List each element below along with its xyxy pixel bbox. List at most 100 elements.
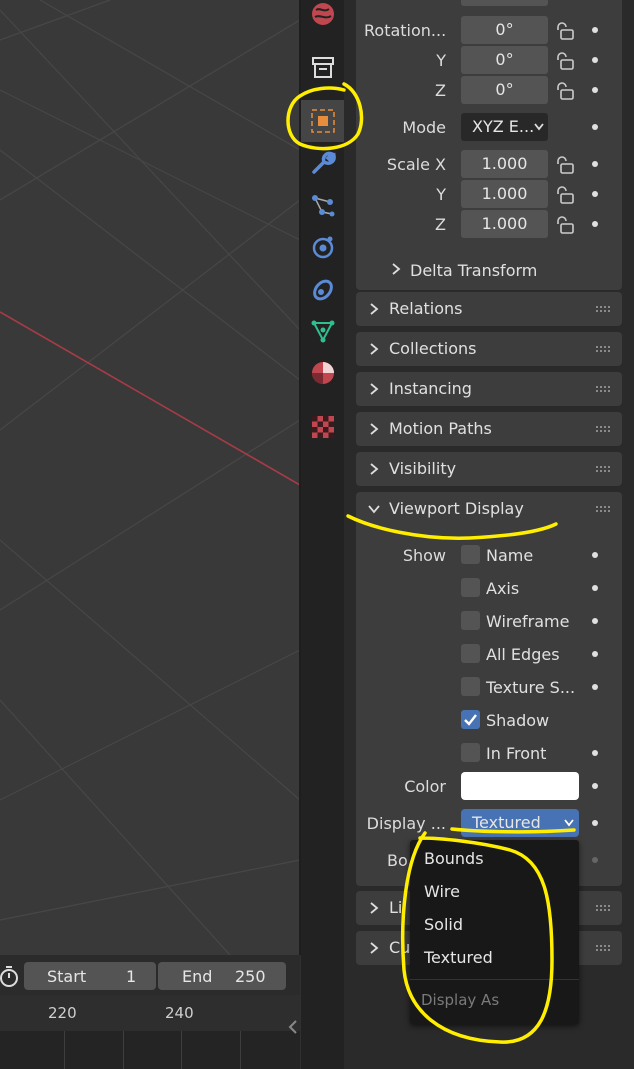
keyframe-dot[interactable] (592, 27, 598, 33)
keyframe-dot[interactable] (592, 857, 598, 863)
panel-visibility[interactable]: Visibility (356, 452, 622, 486)
scale-y-label: Y (436, 185, 446, 204)
chevron-left-icon[interactable] (287, 1019, 299, 1035)
mode-label: Mode (402, 118, 446, 137)
checkbox-name[interactable] (461, 545, 480, 564)
rotation-z-field[interactable]: 0° (461, 76, 548, 104)
keyframe-dot[interactable] (592, 57, 598, 63)
lock-icon[interactable] (554, 155, 576, 175)
rotation-mode-select[interactable]: XYZ E... (461, 113, 548, 141)
drag-grip-icon[interactable] (596, 945, 612, 951)
chevron-right-icon (370, 343, 379, 355)
texture-icon[interactable] (310, 414, 336, 440)
keyframe-dot[interactable] (592, 783, 598, 789)
end-frame-field[interactable]: End 250 (158, 962, 286, 990)
scale-x-field[interactable]: 1.000 (461, 150, 548, 178)
checkbox-label: Texture S... (486, 678, 576, 697)
rotation-label: Rotation... (364, 21, 447, 40)
scale-y-field[interactable]: 1.000 (461, 180, 548, 208)
drag-grip-icon[interactable] (596, 466, 612, 472)
lock-icon[interactable] (554, 185, 576, 205)
checkbox-label: Name (486, 546, 534, 565)
timeline-ruler[interactable] (0, 995, 300, 1031)
frame-line (64, 1031, 65, 1069)
drag-grip-icon[interactable] (596, 506, 612, 512)
3d-viewport[interactable] (0, 0, 300, 955)
location-z-field[interactable] (461, 0, 548, 6)
checkmark-icon (464, 714, 477, 726)
checkbox-texture-space[interactable] (461, 677, 480, 696)
timeline-tracks[interactable] (0, 1031, 300, 1069)
world-icon[interactable] (310, 1, 336, 27)
panel-title: Cu (389, 938, 411, 957)
chevron-down-icon (564, 819, 574, 827)
stopwatch-icon[interactable] (0, 963, 22, 989)
rotation-mode-value: XYZ E... (472, 117, 535, 136)
color-swatch[interactable] (461, 772, 579, 800)
lock-icon[interactable] (554, 215, 576, 235)
ruler-number: 220 (48, 1004, 77, 1022)
keyframe-dot[interactable] (592, 552, 598, 558)
frame-line (123, 1031, 124, 1069)
checkbox-wireframe[interactable] (461, 611, 480, 630)
start-frame-field[interactable]: Start 1 (24, 962, 156, 990)
checkbox-label: Axis (486, 579, 520, 598)
delta-transform-title: Delta Transform (410, 261, 538, 280)
keyframe-dot[interactable] (592, 684, 598, 690)
ruler-number: 240 (165, 1004, 194, 1022)
lock-icon[interactable] (554, 81, 576, 101)
object-properties-icon[interactable] (310, 108, 336, 134)
material-icon[interactable] (310, 360, 336, 386)
checkbox-in-front[interactable] (461, 743, 480, 762)
keyframe-dot[interactable] (592, 191, 598, 197)
panel-title: Instancing (389, 379, 472, 398)
keyframe-dot[interactable] (592, 124, 598, 130)
chevron-down-icon (534, 123, 544, 131)
keyframe-dot[interactable] (592, 618, 598, 624)
checkbox-label: In Front (486, 744, 547, 763)
rotation-x-field[interactable]: 0° (461, 16, 548, 44)
checkbox-shadow[interactable] (461, 710, 480, 729)
lock-icon[interactable] (554, 21, 576, 41)
object-data-icon[interactable] (310, 318, 336, 344)
checkbox-axis[interactable] (461, 578, 480, 597)
collection-icon[interactable] (310, 55, 336, 81)
viewport-display-header[interactable]: Viewport Display (356, 492, 622, 526)
keyframe-dot[interactable] (592, 820, 598, 826)
panel-motion-paths[interactable]: Motion Paths (356, 412, 622, 446)
panel-title: Motion Paths (389, 419, 492, 438)
panel-instancing[interactable]: Instancing (356, 372, 622, 406)
dropdown-item-wire[interactable]: Wire (424, 882, 460, 901)
drag-grip-icon[interactable] (596, 346, 612, 352)
keyframe-dot[interactable] (592, 161, 598, 167)
lock-icon[interactable] (554, 51, 576, 71)
chevron-right-icon (370, 942, 379, 954)
dropdown-item-textured[interactable]: Textured (424, 948, 493, 967)
panel-relations[interactable]: Relations (356, 292, 622, 326)
particles-icon[interactable] (310, 192, 336, 218)
keyframe-dot[interactable] (592, 221, 598, 227)
drag-grip-icon[interactable] (596, 386, 612, 392)
keyframe-dot[interactable] (592, 750, 598, 756)
keyframe-dot[interactable] (592, 585, 598, 591)
display-as-select[interactable]: Textured (461, 809, 579, 837)
panel-collections[interactable]: Collections (356, 332, 622, 366)
drag-grip-icon[interactable] (596, 905, 612, 911)
chevron-right-icon (392, 263, 401, 275)
keyframe-dot[interactable] (592, 651, 598, 657)
delta-transform-subpanel[interactable]: Delta Transform (380, 253, 610, 287)
scale-z-field[interactable]: 1.000 (461, 210, 548, 238)
wrench-icon[interactable] (310, 150, 336, 176)
rotation-y-label: Y (436, 51, 446, 70)
bounds-label: Bo (387, 851, 408, 870)
drag-grip-icon[interactable] (596, 426, 612, 432)
dropdown-item-bounds[interactable]: Bounds (424, 849, 484, 868)
dropdown-caption: Display As (421, 991, 500, 1009)
constraints-icon[interactable] (310, 276, 336, 302)
physics-icon[interactable] (310, 234, 336, 260)
checkbox-all-edges[interactable] (461, 644, 480, 663)
drag-grip-icon[interactable] (596, 306, 612, 312)
rotation-y-field[interactable]: 0° (461, 46, 548, 74)
dropdown-item-solid[interactable]: Solid (424, 915, 463, 934)
keyframe-dot[interactable] (592, 87, 598, 93)
